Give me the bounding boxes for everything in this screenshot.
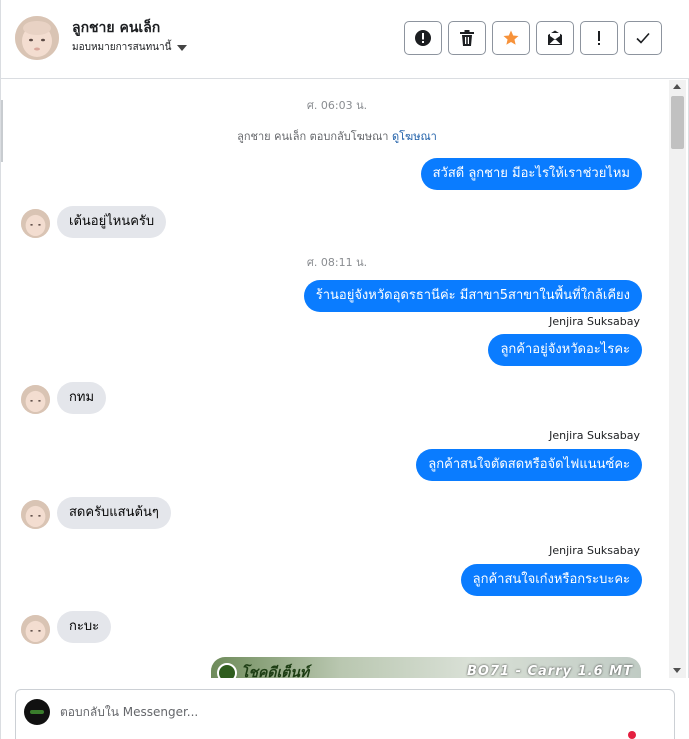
timestamp: ศ. 06:03 น. — [306, 99, 368, 112]
caret-down-icon — [177, 44, 188, 51]
thread-scrollbar[interactable] — [669, 80, 686, 678]
exclamation-circle-icon — [415, 30, 431, 46]
star-button[interactable] — [492, 21, 530, 55]
page-avatar — [24, 699, 50, 725]
dealer-logo-icon — [217, 663, 237, 678]
reply-input[interactable] — [60, 701, 620, 723]
customer-name[interactable]: ลูกชาย คนเล็ก — [72, 17, 160, 39]
spam-button[interactable] — [404, 21, 442, 55]
star-icon — [503, 30, 519, 45]
ad-reply-text: ลูกชาย คนเล็ก ตอบกลับโฆษณา — [237, 130, 389, 143]
composer-area — [1, 678, 689, 739]
ad-reply-note: ลูกชาย คนเล็ก ตอบกลับโฆษณา ดูโฆษณา — [5, 127, 669, 145]
checkmark-icon — [636, 32, 650, 44]
outgoing-message[interactable]: สวัสดี ลูกชาย มีอะไรให้เราช่วยไหม — [420, 158, 642, 190]
view-ad-link[interactable]: ดูโฆษณา — [392, 130, 437, 143]
inbox-conversation-panel: ลูกชาย คนเล็ก มอบหมายการสนทนานี้ ศ. 06:0… — [0, 0, 689, 739]
notification-dot — [628, 731, 636, 739]
conversation-actions — [404, 21, 662, 55]
customer-avatar-small[interactable] — [21, 615, 50, 644]
outgoing-message[interactable]: ลูกค้าอยู่จังหวัดอะไรคะ — [488, 334, 642, 366]
trash-icon — [460, 30, 474, 46]
assign-label: มอบหมายการสนทนานี้ — [72, 42, 172, 53]
conversation-header: ลูกชาย คนเล็ก มอบหมายการสนทนานี้ — [1, 0, 689, 79]
customer-avatar-small[interactable] — [21, 385, 50, 414]
left-resize-handle[interactable] — [1, 100, 3, 162]
sender-name: Jenjira Suksabay — [549, 429, 640, 442]
follow-up-button[interactable] — [580, 21, 618, 55]
envelope-icon — [548, 30, 562, 45]
mark-unread-button[interactable] — [536, 21, 574, 55]
outgoing-message[interactable]: ร้านอยู่จังหวัดอุดรธานีค่ะ มีสาขา5สาขาใน… — [303, 280, 642, 312]
assign-conversation-dropdown[interactable]: มอบหมายการสนทนานี้ — [72, 40, 188, 55]
message-composer — [15, 689, 675, 739]
done-button[interactable] — [624, 21, 662, 55]
scroll-thumb[interactable] — [671, 96, 684, 149]
scroll-down-arrow-icon[interactable] — [673, 668, 681, 673]
ad-image-caption: BO71 - Carry 1.6 MT — [467, 664, 633, 678]
outgoing-message[interactable]: ลูกค้าสนใจตัดสดหรือจัดไฟแนนซ์คะ — [416, 449, 642, 481]
outgoing-message[interactable]: ลูกค้าสนใจเก๋งหรือกระบะคะ — [460, 564, 642, 596]
delete-button[interactable] — [448, 21, 486, 55]
customer-avatar-small[interactable] — [21, 500, 50, 529]
incoming-message[interactable]: เต้นอยู่ไหนครับ — [57, 206, 167, 238]
incoming-message[interactable]: กทม — [57, 382, 107, 414]
customer-avatar[interactable] — [15, 16, 59, 60]
customer-avatar-small[interactable] — [21, 209, 50, 238]
exclamation-icon — [598, 31, 600, 45]
incoming-message[interactable]: กะบะ — [57, 611, 112, 643]
sender-name: Jenjira Suksabay — [549, 315, 640, 328]
scroll-up-arrow-icon[interactable] — [673, 84, 681, 89]
incoming-message[interactable]: สดครับแสนต้นๆ — [57, 497, 171, 529]
ad-image-logo-text: โชคดีเต็นท์ — [241, 665, 310, 678]
message-thread[interactable]: ศ. 06:03 น. ลูกชาย คนเล็ก ตอบกลับโฆษณา ด… — [5, 80, 669, 678]
ad-image-attachment[interactable]: โชคดีเต็นท์ BO71 - Carry 1.6 MT — [211, 657, 641, 678]
timestamp: ศ. 08:11 น. — [306, 256, 368, 269]
sender-name: Jenjira Suksabay — [549, 544, 640, 557]
